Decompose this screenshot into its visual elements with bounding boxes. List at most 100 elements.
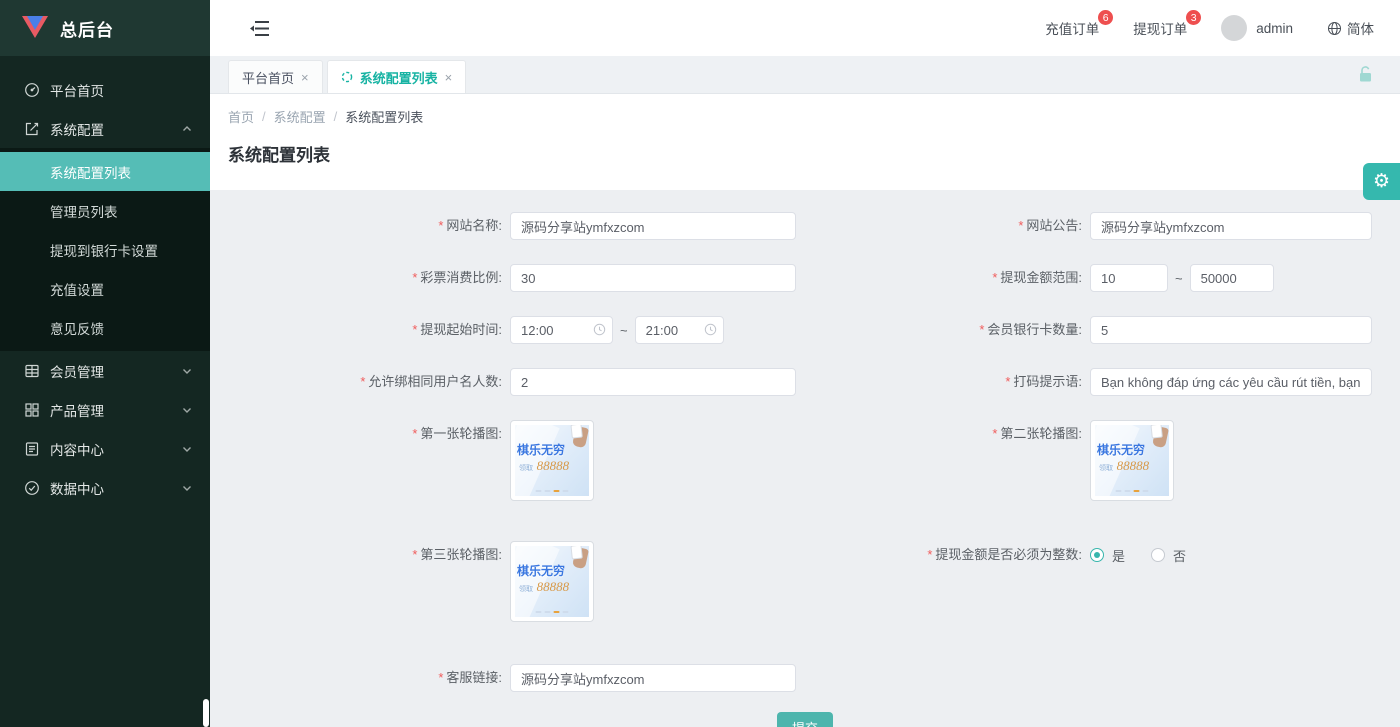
form-row: *提现起始时间: ~ *会员银行卡数量: [210,316,1400,344]
range-separator: ~ [620,322,628,338]
user-menu[interactable]: admin [1221,15,1293,41]
page-header-section: 首页 / 系统配置 / 系统配置列表 系统配置列表 [210,94,1400,190]
form-row: *网站名称: *网站公告: [210,212,1400,240]
service-link-input[interactable] [510,664,796,692]
radio-option-no[interactable]: 否 [1151,546,1186,565]
sidebar-item-label: 数据中心 [50,481,104,497]
radio-label: 是 [1112,548,1126,564]
radio-label: 否 [1173,548,1187,564]
logo-bar: 总后台 [0,0,210,56]
username: admin [1256,20,1293,36]
field-label-same-user-count: * 允许绑相同用户名人数: [360,374,502,389]
radio-option-yes[interactable]: 是 [1090,546,1125,565]
banner-preview-image: 棋乐无穷 领取 88888 [515,546,589,617]
submenu-label: 系统配置列表 [50,165,131,181]
sidebar-item-system-config[interactable]: 系统配置 [0,109,210,148]
app-logo-icon [22,16,48,40]
submenu-label: 充值设置 [50,282,104,298]
lottery-ratio-input[interactable] [510,264,796,292]
sidebar-item-data-center[interactable]: 数据中心 [0,468,210,507]
required-mark: * [412,426,418,441]
sidebar-item-label: 产品管理 [50,403,104,419]
breadcrumb-home[interactable]: 首页 [228,107,254,126]
breadcrumb-current: 系统配置列表 [345,110,424,125]
app-title: 总后台 [60,20,114,40]
avatar [1221,15,1248,41]
required-mark: * [412,270,418,285]
banner2-image-upload[interactable]: 棋乐无穷 领取 88888 [1090,420,1174,501]
sidebar: 总后台 平台首页 系统配置 系统配置列表 管理员列表 提现到银行卡设置 充值设置… [0,0,210,727]
submit-button[interactable]: 提交 [777,712,833,727]
tab-platform-home[interactable]: 平台首页 × [228,60,323,93]
breadcrumb: 首页 / 系统配置 / 系统配置列表 [228,107,1376,126]
unlock-icon[interactable] [1357,65,1374,84]
settings-gear-button[interactable]: ⚙ [1363,163,1400,200]
carousel-dots [535,610,569,613]
breadcrumb-separator: / [262,109,266,124]
required-mark: * [412,322,418,337]
system-config-submenu: 系统配置列表 管理员列表 提现到银行卡设置 充值设置 意见反馈 [0,148,210,351]
sidebar-item-content-center[interactable]: 内容中心 [0,429,210,468]
form-row: * 第一张轮播图: 棋乐无穷 领取 88888 * 第二张轮播图: 棋乐无穷 领… [210,420,1400,501]
chevron-down-icon [182,405,192,415]
sidebar-item-admin-list[interactable]: 管理员列表 [0,191,210,230]
radio-selected-icon [1090,548,1104,562]
withdraw-orders-link[interactable]: 提现订单 3 [1133,9,1203,38]
document-list-icon [24,441,40,457]
field-label-banner1: * 第一张轮播图: [412,426,502,441]
main-area: 充值订单 6 提现订单 3 admin 简体 平台首页 × 系统配置列表 × 首… [210,0,1400,727]
withdraw-start-time-input[interactable] [510,316,613,344]
field-label-integer-withdraw: * 提现金额是否必须为整数: [927,547,1082,562]
banner-preview-image: 棋乐无穷 领取 88888 [1095,425,1169,496]
refresh-icon [341,71,353,83]
banner-sub-text: 领取 88888 [519,579,570,594]
withdraw-min-input[interactable] [1090,264,1168,292]
chevron-down-icon [182,366,192,376]
sidebar-item-label: 内容中心 [50,442,104,458]
withdraw-end-time-input[interactable] [634,316,724,344]
withdraw-max-input[interactable] [1189,264,1274,292]
dashboard-icon [24,82,40,98]
tab-system-config-list[interactable]: 系统配置列表 × [326,60,467,93]
sidebar-scrollbar-thumb[interactable] [203,699,209,727]
website-name-input[interactable] [510,212,796,240]
recharge-orders-badge: 6 [1097,9,1115,26]
sidebar-item-withdraw-bankcard-settings[interactable]: 提现到银行卡设置 [0,230,210,269]
required-mark: * [992,426,998,441]
same-user-count-input[interactable] [510,368,796,396]
required-mark: * [438,218,444,233]
banner-sub-text: 领取 88888 [519,458,570,473]
field-label-lottery-ratio: * 彩票消费比例: [412,270,502,285]
website-notice-input[interactable] [1090,212,1372,240]
range-separator: ~ [1175,270,1183,286]
recharge-orders-link[interactable]: 充值订单 6 [1045,9,1115,38]
bank-card-count-input[interactable] [1090,316,1372,344]
sidebar-item-member-management[interactable]: 会员管理 [0,351,210,390]
sidebar-item-system-config-list[interactable]: 系统配置列表 [0,152,210,191]
tab-bar: 平台首页 × 系统配置列表 × [210,56,1400,94]
chevron-up-icon [182,124,192,134]
grid-icon [24,402,40,418]
sidebar-item-product-management[interactable]: 产品管理 [0,390,210,429]
submit-row: 提交 [210,712,1400,727]
submenu-label: 提现到银行卡设置 [50,243,158,259]
banner3-image-upload[interactable]: 棋乐无穷 领取 88888 [510,541,594,622]
sidebar-item-dashboard[interactable]: 平台首页 [0,70,210,109]
sidebar-fold-icon[interactable] [250,20,270,37]
radio-unselected-icon [1151,548,1166,562]
tab-label: 系统配置列表 [359,70,438,86]
chevron-down-icon [182,444,192,454]
banner1-image-upload[interactable]: 棋乐无穷 领取 88888 [510,420,594,501]
language-switcher[interactable]: 简体 [1327,18,1374,38]
submenu-label: 管理员列表 [50,204,118,220]
close-icon[interactable]: × [445,70,453,85]
sidebar-item-recharge-settings[interactable]: 充值设置 [0,269,210,308]
config-form: *网站名称: *网站公告: *彩票消费比例: *提现金额范围: ~ [210,190,1400,727]
sidebar-item-feedback[interactable]: 意见反馈 [0,308,210,347]
captcha-tip-input[interactable] [1090,368,1372,396]
integer-withdraw-radio-group: 是 否 [1090,541,1186,569]
banner-title-text: 棋乐无穷 [1097,443,1146,457]
required-mark: * [360,374,366,389]
breadcrumb-system-config[interactable]: 系统配置 [274,107,326,126]
close-icon[interactable]: × [301,70,309,85]
